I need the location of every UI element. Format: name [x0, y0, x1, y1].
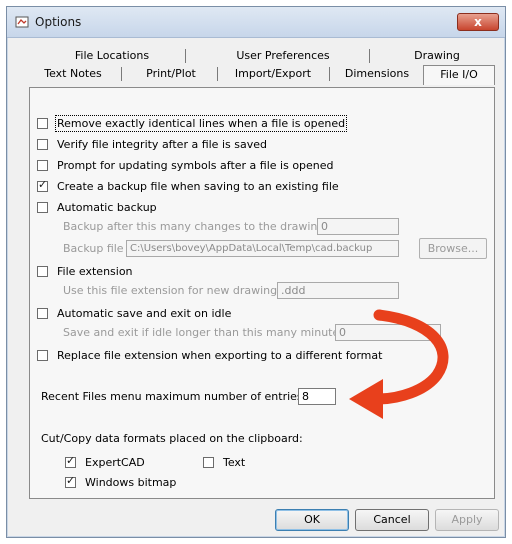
title-bar[interactable]: Options x — [7, 7, 505, 38]
windows-bitmap-label: Windows bitmap — [85, 475, 177, 489]
text-format-option[interactable]: Text — [203, 454, 245, 470]
prompt-symbols-option[interactable]: Prompt for updating symbols after a file… — [37, 157, 334, 173]
replace-extension-label: Replace file extension when exporting to… — [57, 348, 383, 362]
file-extension-checkbox[interactable] — [37, 265, 48, 277]
text-format-checkbox[interactable] — [203, 456, 214, 468]
file-extension-label: File extension — [57, 264, 133, 278]
create-backup-option[interactable]: Create a backup file when saving to an e… — [37, 178, 339, 194]
expertcad-checkbox[interactable] — [65, 454, 76, 468]
create-backup-label: Create a backup file when saving to an e… — [57, 179, 339, 193]
auto-save-exit-label: Automatic save and exit on idle — [57, 306, 232, 320]
verify-integrity-checkbox[interactable] — [37, 138, 48, 150]
windows-bitmap-option[interactable]: Windows bitmap — [65, 474, 176, 490]
tab-divider — [329, 67, 330, 81]
annotation-arrow — [349, 309, 449, 419]
tab-file-io[interactable]: File I/O — [423, 65, 495, 85]
backup-after-label: Backup after this many changes to the dr… — [63, 220, 325, 233]
remove-duplicates-label: Remove exactly identical lines when a fi… — [54, 114, 348, 132]
tab-text-notes[interactable]: Text Notes — [33, 65, 113, 83]
prompt-symbols-label: Prompt for updating symbols after a file… — [57, 158, 334, 172]
options-dialog: Options x File Locations User Preference… — [6, 6, 506, 538]
options-app-icon — [15, 16, 29, 28]
verify-integrity-option[interactable]: Verify file integrity after a file is sa… — [37, 136, 267, 152]
extension-label: Use this file extension for new drawings… — [63, 284, 287, 297]
replace-extension-option[interactable]: Replace file extension when exporting to… — [37, 347, 382, 363]
automatic-backup-label: Automatic backup — [57, 200, 157, 214]
tab-user-preferences[interactable]: User Preferences — [203, 47, 363, 65]
auto-save-exit-option[interactable]: Automatic save and exit on idle — [37, 305, 231, 321]
backup-after-input[interactable]: 0 — [317, 218, 399, 235]
text-format-label: Text — [223, 455, 246, 469]
auto-save-exit-checkbox[interactable] — [37, 307, 48, 319]
tab-import-export[interactable]: Import/Export — [223, 65, 323, 83]
clipboard-heading: Cut/Copy data formats placed on the clip… — [41, 432, 303, 445]
prompt-symbols-checkbox[interactable] — [37, 159, 48, 171]
tab-drawing[interactable]: Drawing — [387, 47, 487, 65]
recent-files-label: Recent Files menu maximum number of entr… — [41, 390, 307, 403]
tab-divider — [121, 67, 122, 81]
cancel-button[interactable]: Cancel — [355, 509, 429, 531]
remove-duplicates-option[interactable]: Remove exactly identical lines when a fi… — [37, 114, 348, 132]
verify-integrity-label: Verify file integrity after a file is sa… — [57, 137, 267, 151]
create-backup-checkbox[interactable] — [37, 178, 48, 192]
browse-button[interactable]: Browse... — [419, 238, 487, 259]
automatic-backup-checkbox[interactable] — [37, 201, 48, 213]
remove-duplicates-checkbox[interactable] — [37, 117, 48, 129]
tab-print-plot[interactable]: Print/Plot — [131, 65, 211, 83]
apply-button[interactable]: Apply — [435, 509, 499, 531]
expertcad-option[interactable]: ExpertCAD — [65, 454, 145, 470]
backup-file-label: Backup file — [63, 242, 124, 255]
automatic-backup-option[interactable]: Automatic backup — [37, 199, 157, 215]
recent-files-input[interactable]: 8 — [298, 388, 336, 405]
close-button[interactable]: x — [457, 13, 499, 31]
tab-divider — [369, 49, 370, 63]
tab-file-locations[interactable]: File Locations — [47, 47, 177, 65]
tab-divider — [185, 49, 186, 63]
extension-input[interactable]: .ddd — [277, 282, 399, 299]
window-title: Options — [35, 15, 82, 29]
backup-file-input[interactable]: C:\Users\bovey\AppData\Local\Temp\cad.ba… — [126, 240, 399, 257]
idle-label: Save and exit if idle longer than this m… — [63, 326, 349, 339]
windows-bitmap-checkbox[interactable] — [65, 474, 76, 488]
ok-button[interactable]: OK — [275, 509, 349, 531]
replace-extension-checkbox[interactable] — [37, 349, 48, 361]
tab-divider — [217, 67, 218, 81]
expertcad-label: ExpertCAD — [85, 455, 145, 469]
tab-dimensions[interactable]: Dimensions — [337, 65, 417, 83]
file-extension-option[interactable]: File extension — [37, 263, 133, 279]
